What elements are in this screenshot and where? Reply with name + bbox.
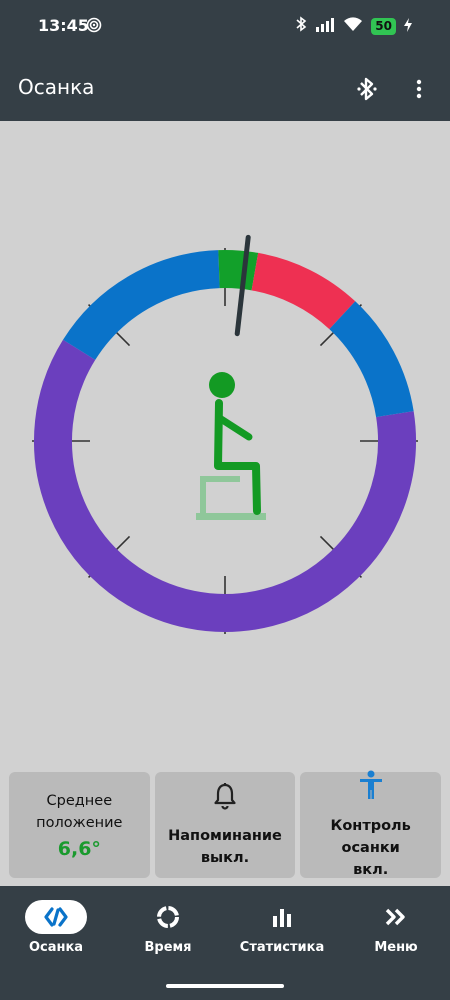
bluetooth-icon [357,77,377,101]
average-value: 6,6° [57,838,101,860]
dial-segment-blue-left [63,250,221,361]
gesture-handle [166,984,284,988]
status-time: 13:45 [38,16,89,35]
reminder-card[interactable]: Напоминание выкл. [154,772,296,878]
nav-time-label: Время [144,940,192,955]
bluetooth-button[interactable] [352,72,382,106]
double-chevron-right-icon [385,908,405,926]
notification-icon [86,17,102,37]
wifi-icon [343,16,363,36]
average-label-line2: положение [36,815,123,831]
nav-posture-active-indicator [25,900,87,934]
nav-statistics[interactable]: Статистика [226,886,338,966]
more-menu-button[interactable] [408,72,430,106]
posture-dial [32,234,418,634]
reminder-label: Напоминание [168,827,282,844]
bluetooth-status-icon [295,16,307,36]
nav-posture[interactable]: Осанка [0,886,112,966]
sitting-figure-icon [196,372,266,520]
summary-cards: Среднее положение 6,6° Напоминание выкл.… [9,770,442,878]
charging-icon [404,17,412,36]
bar-chart-icon [273,909,291,927]
nav-time[interactable]: Время [112,886,224,966]
app-bar: Осанка [0,58,450,121]
reminder-state: выкл. [200,849,250,866]
posture-control-state: вкл. [353,861,389,878]
nav-posture-label: Осанка [28,940,84,955]
bottom-navigation: Осанка Время Статистика Меню [0,886,450,1000]
signal-icon [315,17,335,36]
time-ring-icon [157,906,179,928]
nav-statistics-label: Статистика [239,940,325,955]
person-icon [358,770,384,807]
status-bar: 13:45 50 [0,0,450,58]
nav-menu[interactable]: Меню [340,886,450,966]
average-position-card: Среднее положение 6,6° [9,772,150,878]
nav-menu-label: Меню [374,940,418,955]
posture-control-card[interactable]: Контроль осанки вкл. [300,770,442,878]
dial-segment-blue-right [329,301,414,418]
dial-segment-green [218,250,259,291]
bell-icon [213,782,237,817]
posture-control-label: Контроль осанки [330,817,411,856]
more-vert-icon [416,79,422,99]
dial-segment-red [251,252,356,330]
page-title: Осанка [18,75,95,99]
battery-indicator: 50 [371,17,396,35]
posture-gauge [0,121,450,761]
posture-icon [44,907,68,927]
average-label-line1: Среднее [46,793,113,809]
